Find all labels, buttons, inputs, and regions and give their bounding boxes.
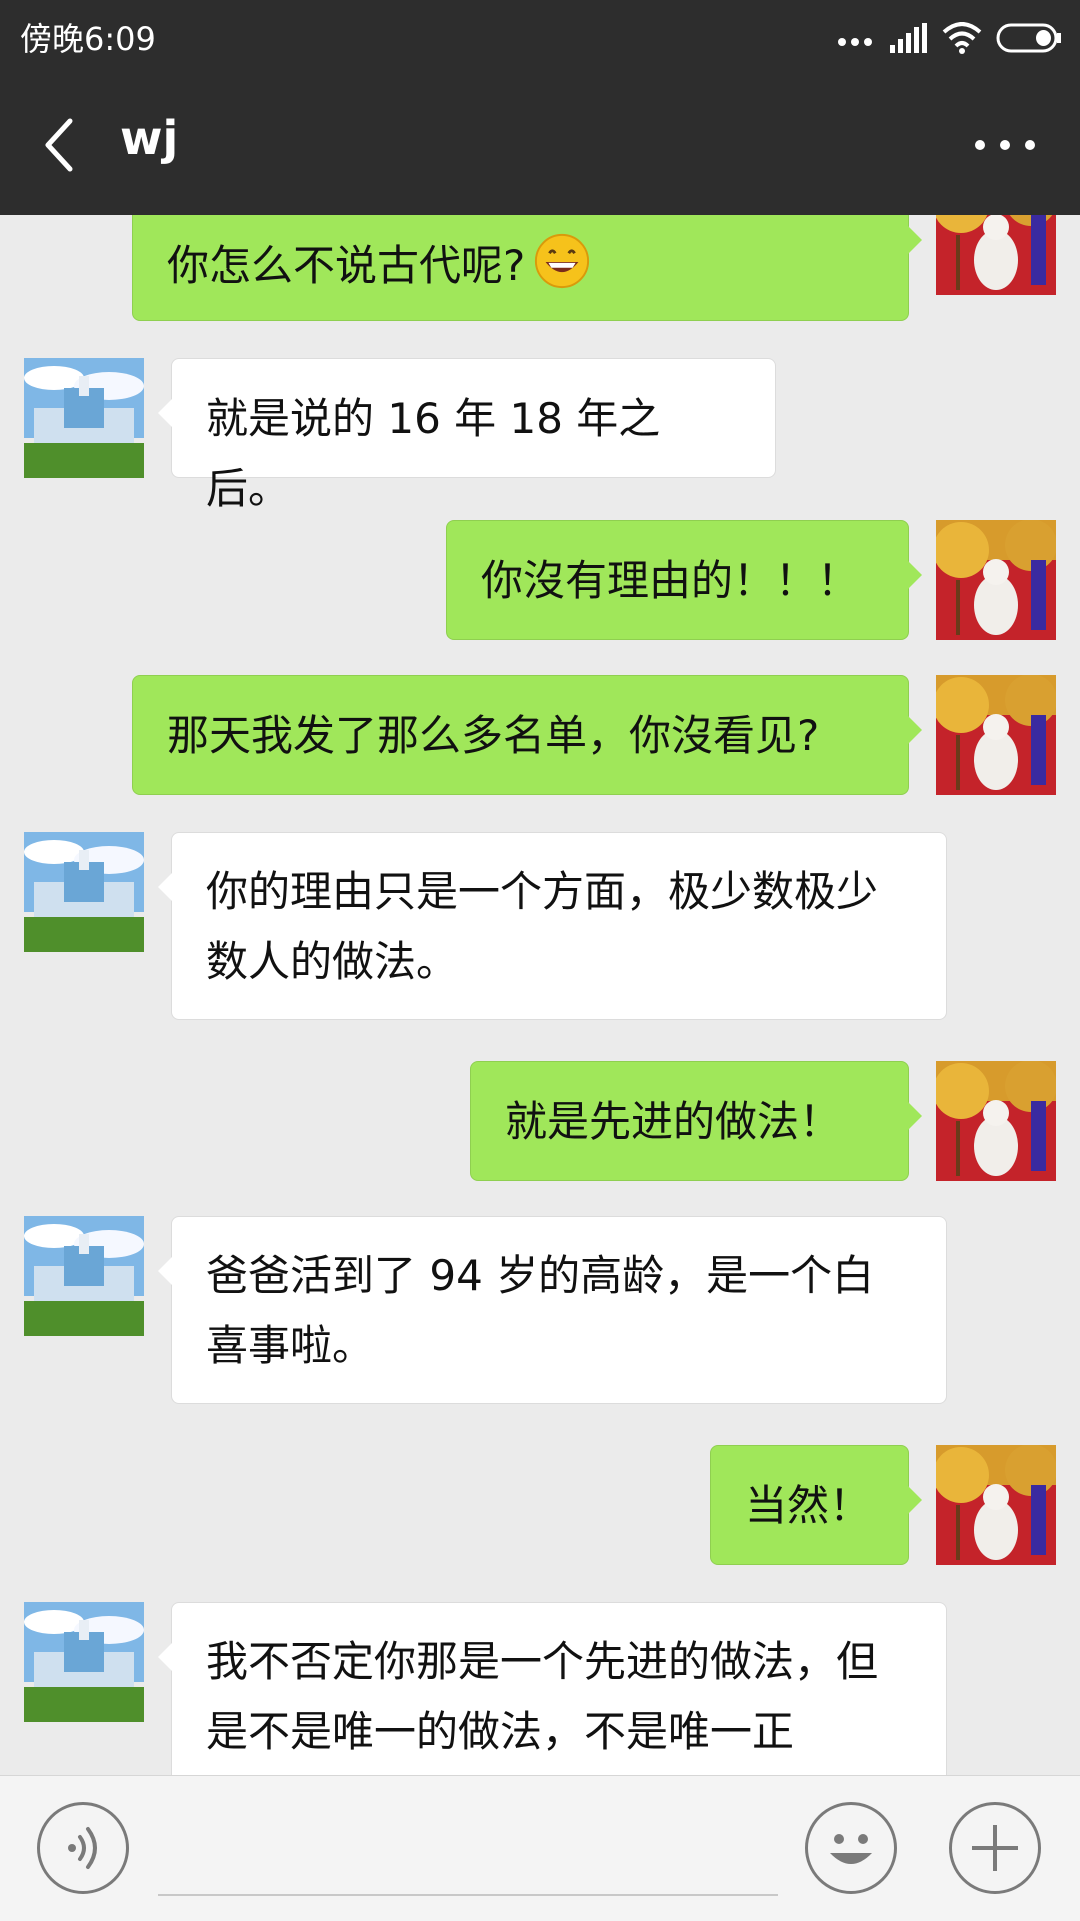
my-avatar[interactable]	[936, 1445, 1056, 1565]
message-row: 当然！	[0, 1445, 1080, 1565]
my-message-bubble[interactable]: 当然！	[710, 1445, 922, 1565]
contact-avatar[interactable]	[24, 1602, 144, 1722]
message-text: 我不否定你那是一个先进的做法，但是不是唯一的做法，不是唯一正	[206, 1637, 879, 1756]
my-avatar[interactable]	[936, 520, 1056, 640]
message-text: 爸爸活到了 94 岁的高龄，是一个白喜事啦。	[206, 1251, 875, 1370]
my-avatar[interactable]	[936, 1061, 1056, 1181]
plus-icon	[972, 1825, 1018, 1871]
message-text: 那天我发了那么多名单，你沒看见?	[167, 711, 820, 760]
contact-message-bubble[interactable]: 就是说的 16 年 18 年之后。	[158, 358, 776, 513]
status-time: 傍晚6:09	[20, 20, 156, 58]
status-icons	[836, 18, 1062, 58]
wifi-icon	[942, 22, 982, 54]
contact-message-bubble[interactable]: 爸爸活到了 94 岁的高龄，是一个白喜事啦。	[158, 1216, 947, 1404]
message-text: 你的理由只是一个方面，极少数极少数人的做法。	[206, 867, 879, 986]
more-dots-icon	[838, 38, 872, 46]
chat-title: wj	[120, 111, 179, 165]
my-message-bubble[interactable]: 你沒有理由的！！！	[446, 520, 922, 640]
message-text: 你怎么不说古代呢?	[167, 241, 526, 290]
message-row: 你沒有理由的！！！	[0, 520, 1080, 640]
message-text: 你沒有理由的！！！	[481, 556, 860, 605]
message-row: 就是先进的做法！	[0, 1061, 1080, 1181]
back-arrow-icon[interactable]	[36, 115, 96, 175]
emoji-button[interactable]	[805, 1802, 897, 1894]
voice-button[interactable]	[37, 1802, 129, 1894]
message-input[interactable]	[158, 1894, 778, 1896]
my-message-bubble[interactable]: 你怎么不说古代呢?	[132, 215, 922, 321]
contact-message-bubble[interactable]: 我不否定你那是一个先进的做法，但是不是唯一的做法，不是唯一正	[158, 1602, 947, 1775]
message-row: 爸爸活到了 94 岁的高龄，是一个白喜事啦。	[0, 1216, 1080, 1404]
my-avatar[interactable]	[936, 675, 1056, 795]
contact-message-bubble[interactable]: 你的理由只是一个方面，极少数极少数人的做法。	[158, 832, 947, 1020]
battery-icon	[996, 23, 1061, 53]
signal-icon	[890, 23, 927, 53]
contact-avatar[interactable]	[24, 358, 144, 478]
message-row: 你的理由只是一个方面，极少数极少数人的做法。	[0, 832, 1080, 1020]
message-row: 你怎么不说古代呢?	[0, 215, 1080, 325]
status-bar: 傍晚6:09	[0, 0, 1080, 75]
message-row: 那天我发了那么多名单，你沒看见?	[0, 675, 1080, 795]
my-message-bubble[interactable]: 那天我发了那么多名单，你沒看见?	[132, 675, 922, 795]
message-text: 当然！	[745, 1481, 872, 1530]
message-row: 我不否定你那是一个先进的做法，但是不是唯一的做法，不是唯一正	[0, 1602, 1080, 1775]
contact-avatar[interactable]	[24, 832, 144, 952]
message-row: 就是说的 16 年 18 年之后。	[0, 358, 1080, 513]
plus-button[interactable]	[949, 1802, 1041, 1894]
input-bar	[0, 1775, 1080, 1921]
my-avatar[interactable]	[936, 215, 1056, 295]
emoji-icon	[830, 1834, 872, 1864]
message-text: 就是先进的做法！	[505, 1097, 842, 1146]
voice-icon	[68, 1827, 97, 1869]
contact-avatar[interactable]	[24, 1216, 144, 1336]
chat-area[interactable]: 你怎么不说古代呢? 就是说的 16 年 18 年之后。 你沒有理由的！！！ 那天…	[0, 215, 1080, 1775]
chat-header: wj	[0, 75, 1080, 215]
more-icon[interactable]	[970, 120, 1040, 170]
my-message-bubble[interactable]: 就是先进的做法！	[470, 1061, 922, 1181]
message-text: 就是说的 16 年 18 年之后。	[206, 394, 661, 513]
grinning-face-icon	[535, 233, 590, 289]
